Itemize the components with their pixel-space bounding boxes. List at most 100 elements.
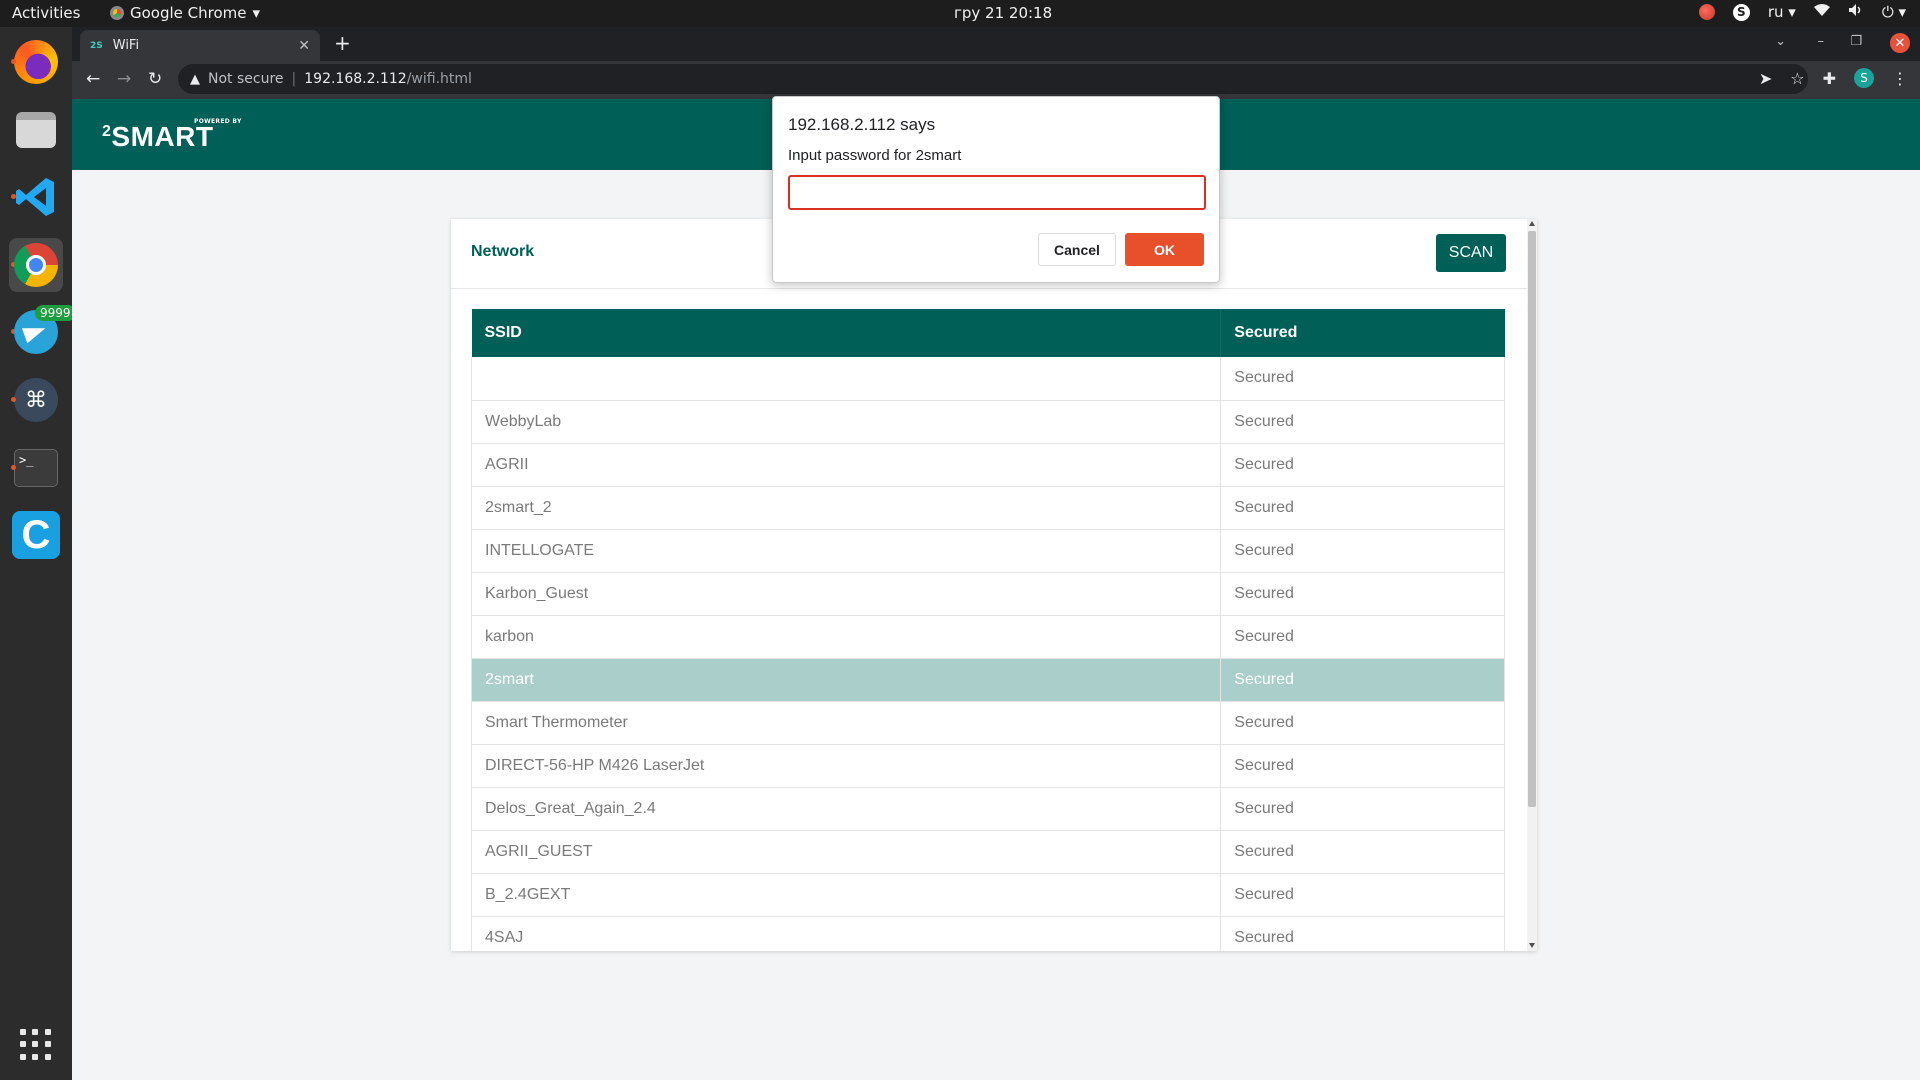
chevron-down-icon: ▾ (252, 4, 261, 22)
tab-favicon-icon: 2S (90, 40, 103, 51)
wifi-icon[interactable] (1813, 3, 1830, 21)
system-clock[interactable]: гру 21 20:18 (954, 4, 1052, 22)
dock-firefox[interactable] (9, 35, 63, 89)
chrome-icon (14, 243, 58, 287)
app-menu[interactable]: Google Chrome ▾ (110, 4, 260, 22)
ssid-cell: 4SAJ (470, 916, 1222, 951)
secured-cell: Secured (1220, 615, 1505, 659)
dialog-message: Input password for 2smart (788, 147, 962, 164)
dock-vscode[interactable] (9, 170, 63, 224)
notification-badge: 9999 (35, 305, 76, 321)
app-menu-label: Google Chrome (130, 4, 247, 22)
activities-button[interactable]: Activities (12, 4, 80, 22)
table-row[interactable]: Karbon_Guest Secured (470, 572, 1505, 616)
volume-icon[interactable] (1848, 3, 1864, 21)
secured-cell: Secured (1220, 916, 1505, 951)
scroll-down-arrow-icon[interactable] (1529, 943, 1535, 948)
tab-search-icon[interactable]: ⌄ (1775, 34, 1786, 49)
close-icon[interactable]: ✕ (298, 38, 310, 54)
scan-button[interactable]: SCAN (1436, 234, 1506, 272)
running-indicator (11, 397, 16, 402)
dock-chrome[interactable] (9, 238, 63, 292)
secured-cell: Secured (1220, 744, 1505, 788)
tray-app-icon[interactable] (1698, 4, 1715, 20)
running-indicator (11, 59, 16, 64)
secured-cell: Secured (1220, 443, 1505, 487)
logo[interactable]: 2SMART (102, 121, 213, 153)
vscode-icon (16, 178, 54, 216)
extensions-icon[interactable]: ✚ (1823, 69, 1836, 88)
network-card: Network SCAN SSID Secured Secured WebbyL… (451, 219, 1537, 951)
secured-cell: Secured (1220, 400, 1505, 444)
ssid-cell: Smart Thermometer (470, 701, 1222, 745)
send-icon[interactable]: ➤ (1759, 69, 1772, 88)
secured-cell: Secured (1220, 529, 1505, 573)
security-label[interactable]: Not secure (208, 71, 284, 87)
reload-button[interactable]: ↻ (148, 69, 162, 89)
ok-button[interactable]: OK (1125, 233, 1204, 266)
secured-cell: Secured (1220, 658, 1505, 702)
dock: 9999 ⌘ >_ C (0, 27, 76, 1080)
keyboard-layout-indicator[interactable]: ru ▾ (1768, 3, 1796, 21)
password-input[interactable] (788, 175, 1206, 210)
dock-terminal[interactable]: >_ (9, 441, 63, 495)
secured-cell: Secured (1220, 830, 1505, 874)
terminal-icon: >_ (14, 449, 58, 487)
table-row[interactable]: DIRECT-56-HP M426 LaserJet Secured (470, 744, 1505, 788)
column-header-secured: Secured (1220, 309, 1505, 357)
dock-network-tool[interactable]: ⌘ (9, 373, 63, 427)
ssid-cell: 2smart (470, 658, 1222, 702)
column-header-ssid: SSID (471, 309, 1221, 357)
secured-cell: Secured (1220, 701, 1505, 745)
table-row[interactable]: AGRII_GUEST Secured (470, 830, 1505, 874)
secured-cell: Secured (1220, 357, 1505, 401)
maximize-button[interactable]: ❐ (1850, 34, 1862, 49)
running-indicator (11, 194, 16, 199)
firefox-icon (14, 40, 58, 84)
window-close-button[interactable]: ✕ (1890, 33, 1910, 53)
table-row[interactable]: karbon Secured (470, 615, 1505, 659)
new-tab-button[interactable]: + (334, 31, 351, 55)
profile-avatar[interactable]: S (1854, 68, 1874, 88)
network-graph-icon: ⌘ (14, 378, 58, 422)
table-row[interactable]: Delos_Great_Again_2.4 Secured (470, 787, 1505, 831)
card-scrollbar[interactable] (1527, 219, 1537, 951)
power-icon[interactable]: ⏻ ▾ (1882, 3, 1906, 21)
forward-button[interactable]: → (117, 69, 131, 89)
tab-title: WiFi (112, 38, 140, 53)
table-row[interactable]: WebbyLab Secured (470, 400, 1505, 444)
table-row[interactable]: 2smart_2 Secured (470, 486, 1505, 530)
url-host: 192.168.2.112 (304, 71, 407, 87)
secured-cell: Secured (1220, 486, 1505, 530)
powered-by-label: POWERED BY (194, 118, 242, 125)
password-prompt-dialog: 192.168.2.112 says Input password for 2s… (772, 96, 1220, 283)
tab-strip: 2S WiFi ✕ + ⌄ – ❐ ✕ (72, 27, 1920, 61)
ssid-cell: 2smart_2 (470, 486, 1222, 530)
table-row[interactable]: 4SAJ Secured (470, 916, 1505, 951)
ssid-cell: karbon (470, 615, 1222, 659)
dock-telegram[interactable]: 9999 (9, 305, 76, 359)
minimize-button[interactable]: – (1818, 34, 1825, 49)
back-button[interactable]: ← (86, 69, 100, 89)
cancel-button[interactable]: Cancel (1038, 233, 1116, 266)
dock-ccleaner[interactable]: C (9, 508, 63, 562)
dock-files[interactable] (9, 103, 63, 157)
ssid-cell: Karbon_Guest (470, 572, 1222, 616)
scroll-up-arrow-icon[interactable] (1529, 221, 1535, 226)
scroll-thumb[interactable] (1528, 231, 1536, 807)
skype-tray-icon[interactable]: S (1732, 3, 1750, 21)
show-applications-icon[interactable] (20, 1029, 52, 1061)
bookmark-star-icon[interactable]: ☆ (1790, 69, 1804, 88)
table-row[interactable]: Smart Thermometer Secured (470, 701, 1505, 745)
tab-wifi[interactable]: 2S WiFi ✕ (80, 30, 320, 61)
warning-icon[interactable]: ▲ (190, 72, 200, 87)
network-table: SSID Secured Secured WebbyLab Secured AGR… (470, 309, 1505, 951)
menu-icon[interactable]: ⋮ (1892, 69, 1908, 88)
table-row[interactable]: Secured (470, 357, 1505, 401)
address-bar[interactable]: ▲ Not secure | 192.168.2.112/wifi.html (178, 64, 1808, 94)
secured-cell: Secured (1220, 787, 1505, 831)
table-row[interactable]: B_2.4GEXT Secured (470, 873, 1505, 917)
table-row[interactable]: AGRII Secured (470, 443, 1505, 487)
table-row[interactable]: INTELLOGATE Secured (470, 529, 1505, 573)
table-row-selected[interactable]: 2smart Secured (470, 658, 1505, 702)
